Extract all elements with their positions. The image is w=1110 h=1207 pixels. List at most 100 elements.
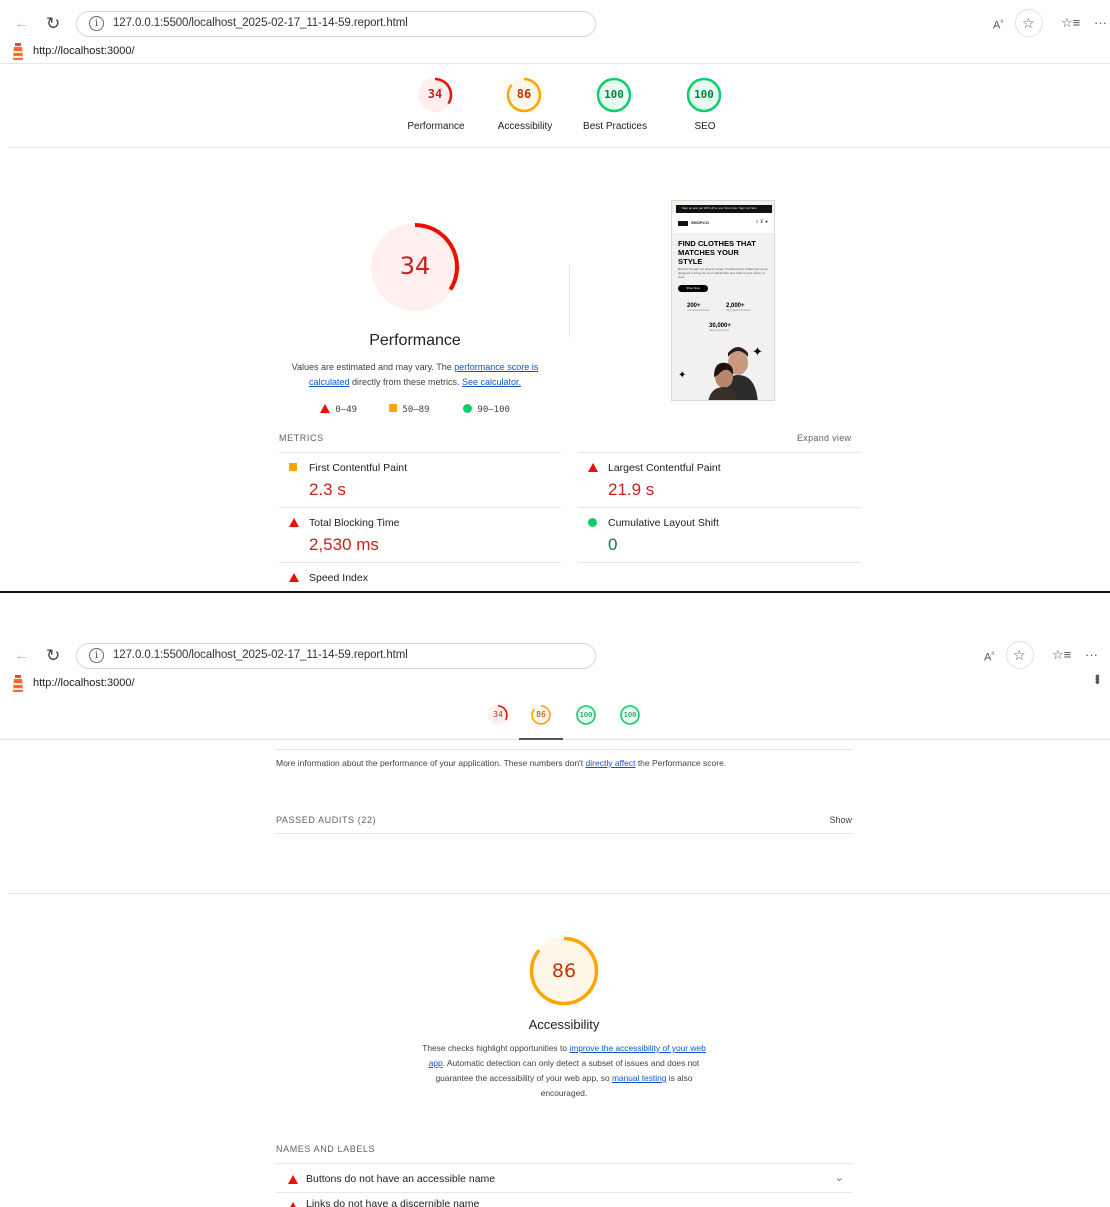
gauge-score: 100 — [694, 88, 714, 101]
more-dots-icon[interactable]: ··· — [1085, 645, 1098, 665]
address-bar[interactable]: i 127.0.0.1:5500/localhost_2025-02-17_11… — [76, 11, 596, 37]
mini-gauge-score: 34 — [493, 710, 503, 719]
back-arrow-icon[interactable]: ← — [14, 644, 30, 668]
kebab-menu-icon[interactable]: ••• — [1090, 674, 1106, 683]
triangle-icon — [289, 573, 299, 582]
active-tab-indicator — [519, 738, 563, 740]
circle-icon — [463, 404, 472, 413]
accessibility-score: 86 — [551, 960, 577, 982]
gauge-seo[interactable]: 100 SEO — [685, 76, 723, 132]
info-icon[interactable]: i — [89, 16, 104, 31]
legend-label: 90–100 — [477, 405, 510, 415]
square-icon — [289, 463, 297, 471]
read-aloud-icon[interactable]: Aᵃ — [984, 645, 994, 668]
legend-average: 50–89 — [389, 404, 430, 418]
thumb-nav: SHOP.CO ⌕ ⊻ ● — [672, 213, 774, 233]
read-aloud-icon[interactable]: Aᵃ — [993, 13, 1003, 36]
menu-icon — [678, 221, 688, 226]
triangle-icon — [588, 463, 598, 472]
address-url: 127.0.0.1:5500/localhost_2025-02-17_11-1… — [113, 649, 408, 661]
gauge-score: 34 — [427, 87, 443, 101]
mini-gauge-best-practices[interactable]: 100 — [575, 704, 597, 726]
performance-description: Values are estimated and may vary. The p… — [280, 360, 550, 390]
performance-title: Performance — [369, 332, 461, 349]
report-url-bar: http://localhost:3000/ — [0, 40, 1110, 64]
thumb-stat-label: High-Quality Products — [726, 309, 751, 312]
metric-cumulative-layout-shift: Cumulative Layout Shift 0 — [578, 507, 860, 562]
mini-gauge-score: 100 — [579, 711, 593, 719]
info-text: the Performance score. — [635, 758, 727, 768]
thumb-stat: 30,000+ Happy Customers — [709, 323, 731, 332]
mini-gauge-score: 86 — [536, 710, 546, 719]
metric-value: 2,530 ms — [309, 535, 379, 554]
see-calculator-link[interactable]: See calculator. — [462, 377, 521, 387]
directly-affect-link[interactable]: directly affect — [586, 758, 636, 768]
legend-pass: 90–100 — [463, 404, 510, 418]
accessibility-title: Accessibility — [528, 1017, 600, 1032]
address-bar[interactable]: i 127.0.0.1:5500/localhost_2025-02-17_11… — [76, 643, 596, 669]
sticky-score-header: 34 86 100 100 — [0, 692, 1110, 740]
triangle-icon — [320, 404, 330, 413]
show-button[interactable]: Show — [829, 815, 852, 825]
thumb-headline-line: STYLE — [678, 257, 703, 266]
star-outline-icon[interactable]: ☆ — [1013, 645, 1026, 665]
vertical-divider — [569, 265, 570, 337]
triangle-icon — [288, 1202, 298, 1207]
reload-icon[interactable]: ↻ — [46, 644, 60, 668]
metrics-header: METRICS — [279, 433, 324, 443]
thumb-stat-label: International Brands — [687, 309, 710, 312]
audit-button-name[interactable]: Buttons do not have an accessible name ⌄ — [276, 1163, 852, 1193]
manual-testing-link[interactable]: manual testing — [612, 1073, 666, 1083]
browser-toolbar: ← ↻ i 127.0.0.1:5500/localhost_2025-02-1… — [0, 641, 1110, 670]
passed-audits-row[interactable]: PASSED AUDITS (22) Show — [276, 812, 852, 834]
legend-fail: 0–49 — [320, 404, 357, 418]
desc-text: These checks highlight opportunities to — [422, 1043, 570, 1053]
audit-title: Buttons do not have an accessible name — [306, 1173, 496, 1185]
back-arrow-icon[interactable]: ← — [14, 12, 30, 36]
gauge-label: SEO — [694, 121, 716, 132]
metric-divider — [578, 562, 860, 563]
metric-label: Speed Index — [309, 572, 368, 584]
triangle-icon — [288, 1175, 298, 1184]
thumb-headline-line: FIND CLOTHES THAT — [678, 239, 756, 248]
circle-icon — [588, 518, 597, 527]
info-text: More information about the performance o… — [276, 758, 586, 768]
metric-value: 2.3 s — [309, 480, 346, 499]
thumb-headline: FIND CLOTHES THAT MATCHES YOUR STYLE — [678, 239, 756, 266]
favorites-icon[interactable]: ☆≡ — [1061, 13, 1080, 33]
metric-label: First Contentful Paint — [309, 462, 408, 474]
thumb-brand: SHOP.CO — [691, 220, 709, 225]
favorites-icon[interactable]: ☆≡ — [1052, 645, 1071, 665]
gauge-score: 100 — [604, 88, 624, 101]
audit-title: Links do not have a discernible name — [306, 1198, 480, 1207]
audit-link-name[interactable]: Links do not have a discernible name — [276, 1198, 852, 1207]
chevron-down-icon[interactable]: ⌄ — [835, 1171, 844, 1184]
gauge-performance[interactable]: 34 Performance — [407, 76, 465, 132]
lighthouse-logo-icon — [13, 675, 23, 692]
more-dots-icon[interactable]: ··· — [1094, 13, 1107, 33]
legend-label: 0–49 — [335, 405, 358, 415]
expand-view-button[interactable]: Expand view — [797, 433, 851, 443]
reload-icon[interactable]: ↻ — [46, 12, 60, 36]
mini-gauge-performance[interactable]: 34 — [487, 704, 509, 726]
cart-icon: ⌕ ⊻ ● — [755, 219, 768, 225]
star-outline-icon[interactable]: ☆ — [1022, 13, 1035, 33]
gauge-best-practices[interactable]: 100 Best Practices — [583, 76, 647, 132]
report-screenshot-bottom: ← ↻ i 127.0.0.1:5500/localhost_2025-02-1… — [0, 632, 1110, 1207]
page-screenshot-thumbnail[interactable]: Sign up and get 20% off to your first or… — [671, 200, 775, 401]
thumb-stat-label: Happy Customers — [709, 329, 730, 332]
sparkle-icon: ✦ — [678, 370, 687, 381]
metric-label: Largest Contentful Paint — [608, 462, 721, 474]
legend-label: 50–89 — [402, 405, 430, 415]
mini-gauge-seo[interactable]: 100 — [619, 704, 641, 726]
thumb-hero: FIND CLOTHES THAT MATCHES YOUR STYLE Bro… — [672, 233, 774, 400]
info-icon[interactable]: i — [89, 648, 104, 663]
names-and-labels-header: NAMES AND LABELS — [276, 1144, 376, 1154]
mini-gauge-accessibility[interactable]: 86 — [530, 704, 552, 726]
desc-text: directly from these metrics. — [349, 377, 462, 387]
gauge-accessibility[interactable]: 86 Accessibility — [498, 76, 552, 132]
metric-speed-index: Speed Index — [279, 562, 561, 591]
metric-label: Total Blocking Time — [309, 517, 400, 529]
gauge-score: 86 — [516, 87, 532, 101]
metric-total-blocking-time: Total Blocking Time 2,530 ms — [279, 507, 561, 562]
